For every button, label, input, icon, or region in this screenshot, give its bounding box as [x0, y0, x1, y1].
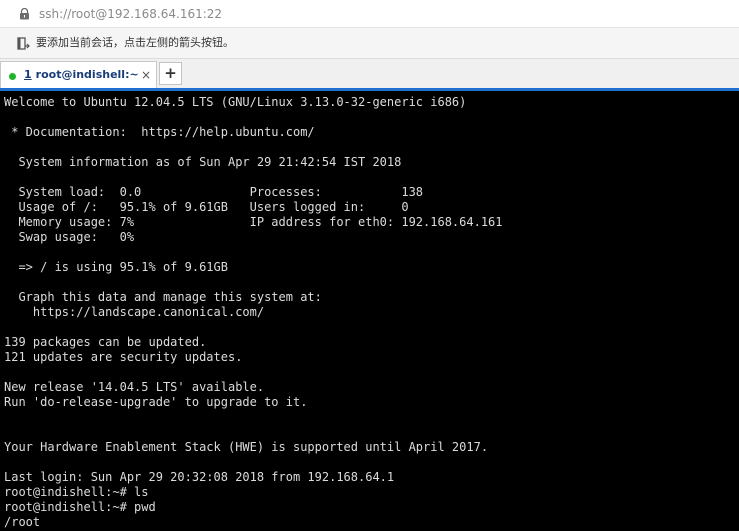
terminal-line: Memory usage: 7% IP address for eth0: 19… — [4, 215, 503, 229]
terminal-line: => / is using 95.1% of 9.61GB — [4, 260, 228, 274]
tab-label: 1 root@indishell:~ — [24, 68, 139, 82]
terminal-line: Welcome to Ubuntu 12.04.5 LTS (GNU/Linux… — [4, 95, 467, 109]
terminal-line: System information as of Sun Apr 29 21:4… — [4, 155, 402, 169]
tab-session-root-indishell[interactable]: 1 root@indishell:~ × — [0, 61, 157, 88]
session-address[interactable]: ssh://root@192.168.64.161:22 — [39, 6, 222, 22]
terminal-line: root@indishell:~# pwd — [4, 500, 156, 514]
lock-icon — [20, 8, 29, 20]
terminal-line: root@indishell:~# ls — [4, 485, 149, 499]
session-hint-bar: 要添加当前会话，点击左侧的箭头按钮。 — [0, 28, 739, 59]
terminal-line: New release '14.04.5 LTS' available. — [4, 380, 265, 394]
tab-index: 1 — [24, 68, 32, 81]
terminal-line: 139 packages can be updated. — [4, 335, 207, 349]
new-tab-button[interactable]: + — [159, 62, 182, 85]
terminal-line: /root — [4, 515, 41, 529]
terminal-line: https://landscape.canonical.com/ — [4, 305, 265, 319]
close-tab-icon[interactable]: × — [140, 67, 152, 83]
add-session-icon[interactable] — [17, 37, 30, 51]
terminal-line: * Documentation: https://help.ubuntu.com… — [4, 125, 315, 139]
terminal-line: 121 updates are security updates. — [4, 350, 243, 364]
terminal-line: Your Hardware Enablement Stack (HWE) is … — [4, 440, 489, 454]
terminal-line: Swap usage: 0% — [4, 230, 135, 244]
tab-strip: 1 root@indishell:~ × + — [0, 59, 739, 90]
terminal-line: Usage of /: 95.1% of 9.61GB Users logged… — [4, 200, 409, 214]
address-bar[interactable]: ssh://root@192.168.64.161:22 — [0, 0, 739, 28]
tab-title: root@indishell:~ — [35, 68, 139, 81]
connected-status-icon — [9, 73, 16, 80]
terminal-output: Welcome to Ubuntu 12.04.5 LTS (GNU/Linux… — [4, 95, 503, 530]
hint-text: 要添加当前会话，点击左侧的箭头按钮。 — [36, 36, 234, 49]
terminal-line: Last login: Sun Apr 29 20:32:08 2018 fro… — [4, 470, 395, 484]
terminal-line: Graph this data and manage this system a… — [4, 290, 322, 304]
terminal-line: Run 'do-release-upgrade' to upgrade to i… — [4, 395, 308, 409]
terminal[interactable]: Welcome to Ubuntu 12.04.5 LTS (GNU/Linux… — [0, 91, 739, 531]
terminal-line: System load: 0.0 Processes: 138 — [4, 185, 424, 199]
